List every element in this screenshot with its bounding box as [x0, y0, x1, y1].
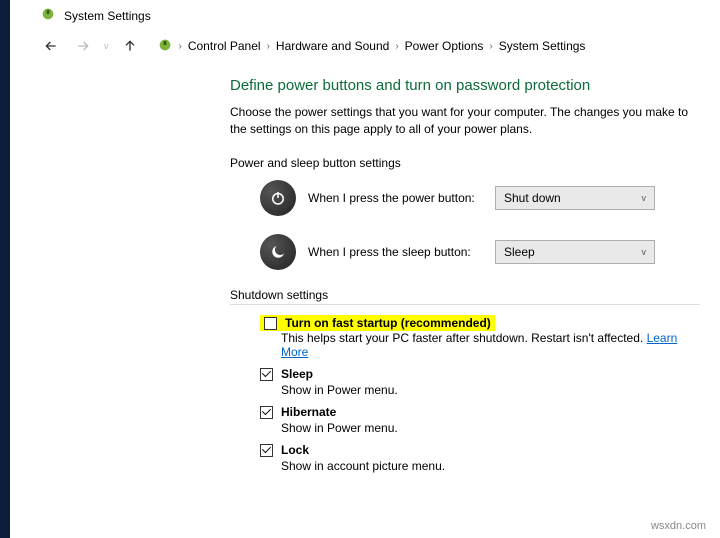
window-edge [0, 0, 10, 538]
power-button-label: When I press the power button: [308, 191, 483, 205]
sleep-icon [260, 234, 296, 270]
nav-up-button[interactable] [119, 35, 141, 57]
lock-checkbox[interactable] [260, 444, 273, 457]
titlebar: System Settings [10, 0, 720, 31]
window-title: System Settings [64, 9, 151, 23]
nav-back-button[interactable] [40, 35, 62, 57]
chevron-down-icon: v [642, 247, 647, 257]
sleep-button-dropdown[interactable]: Sleep v [495, 240, 655, 264]
nav-toolbar: v › Control Panel › Hardware and Sound ›… [10, 31, 720, 67]
recent-locations-dropdown[interactable]: v [104, 41, 109, 51]
chevron-right-icon: › [267, 41, 270, 52]
page-description: Choose the power settings that you want … [230, 104, 700, 138]
breadcrumb-control-panel[interactable]: Control Panel [188, 39, 261, 53]
page-title: Define power buttons and turn on passwor… [230, 77, 700, 94]
fast-startup-label: Turn on fast startup (recommended) [285, 316, 491, 330]
hibernate-option-label: Hibernate [281, 405, 336, 419]
power-button-dropdown[interactable]: Shut down v [495, 186, 655, 210]
sleep-button-label: When I press the sleep button: [308, 245, 483, 259]
power-options-icon [157, 37, 173, 56]
section-power-sleep-buttons: Power and sleep button settings [230, 156, 700, 170]
breadcrumb-system-settings[interactable]: System Settings [499, 39, 586, 53]
breadcrumb-power-options[interactable]: Power Options [405, 39, 484, 53]
power-icon [260, 180, 296, 216]
hibernate-option-description: Show in Power menu. [281, 421, 700, 435]
power-button-setting-row: When I press the power button: Shut down… [260, 180, 700, 216]
breadcrumb-hardware-sound[interactable]: Hardware and Sound [276, 39, 389, 53]
power-options-icon [40, 6, 56, 25]
sleep-option-description: Show in Power menu. [281, 383, 700, 397]
sleep-option-label: Sleep [281, 367, 313, 381]
sleep-button-value: Sleep [504, 245, 535, 259]
breadcrumb: › Control Panel › Hardware and Sound › P… [157, 37, 586, 56]
chevron-right-icon: › [489, 41, 492, 52]
power-button-value: Shut down [504, 191, 561, 205]
fast-startup-checkbox[interactable] [264, 317, 277, 330]
fast-startup-description: This helps start your PC faster after sh… [281, 331, 700, 359]
lock-option-description: Show in account picture menu. [281, 459, 700, 473]
chevron-right-icon: › [179, 41, 182, 52]
chevron-right-icon: › [395, 41, 398, 52]
lock-option-label: Lock [281, 443, 309, 457]
section-shutdown-settings: Shutdown settings [230, 288, 700, 305]
sleep-checkbox[interactable] [260, 368, 273, 381]
watermark: wsxdn.com [651, 520, 706, 532]
nav-forward-button [72, 35, 94, 57]
chevron-down-icon: v [642, 193, 647, 203]
hibernate-checkbox[interactable] [260, 406, 273, 419]
sleep-button-setting-row: When I press the sleep button: Sleep v [260, 234, 700, 270]
